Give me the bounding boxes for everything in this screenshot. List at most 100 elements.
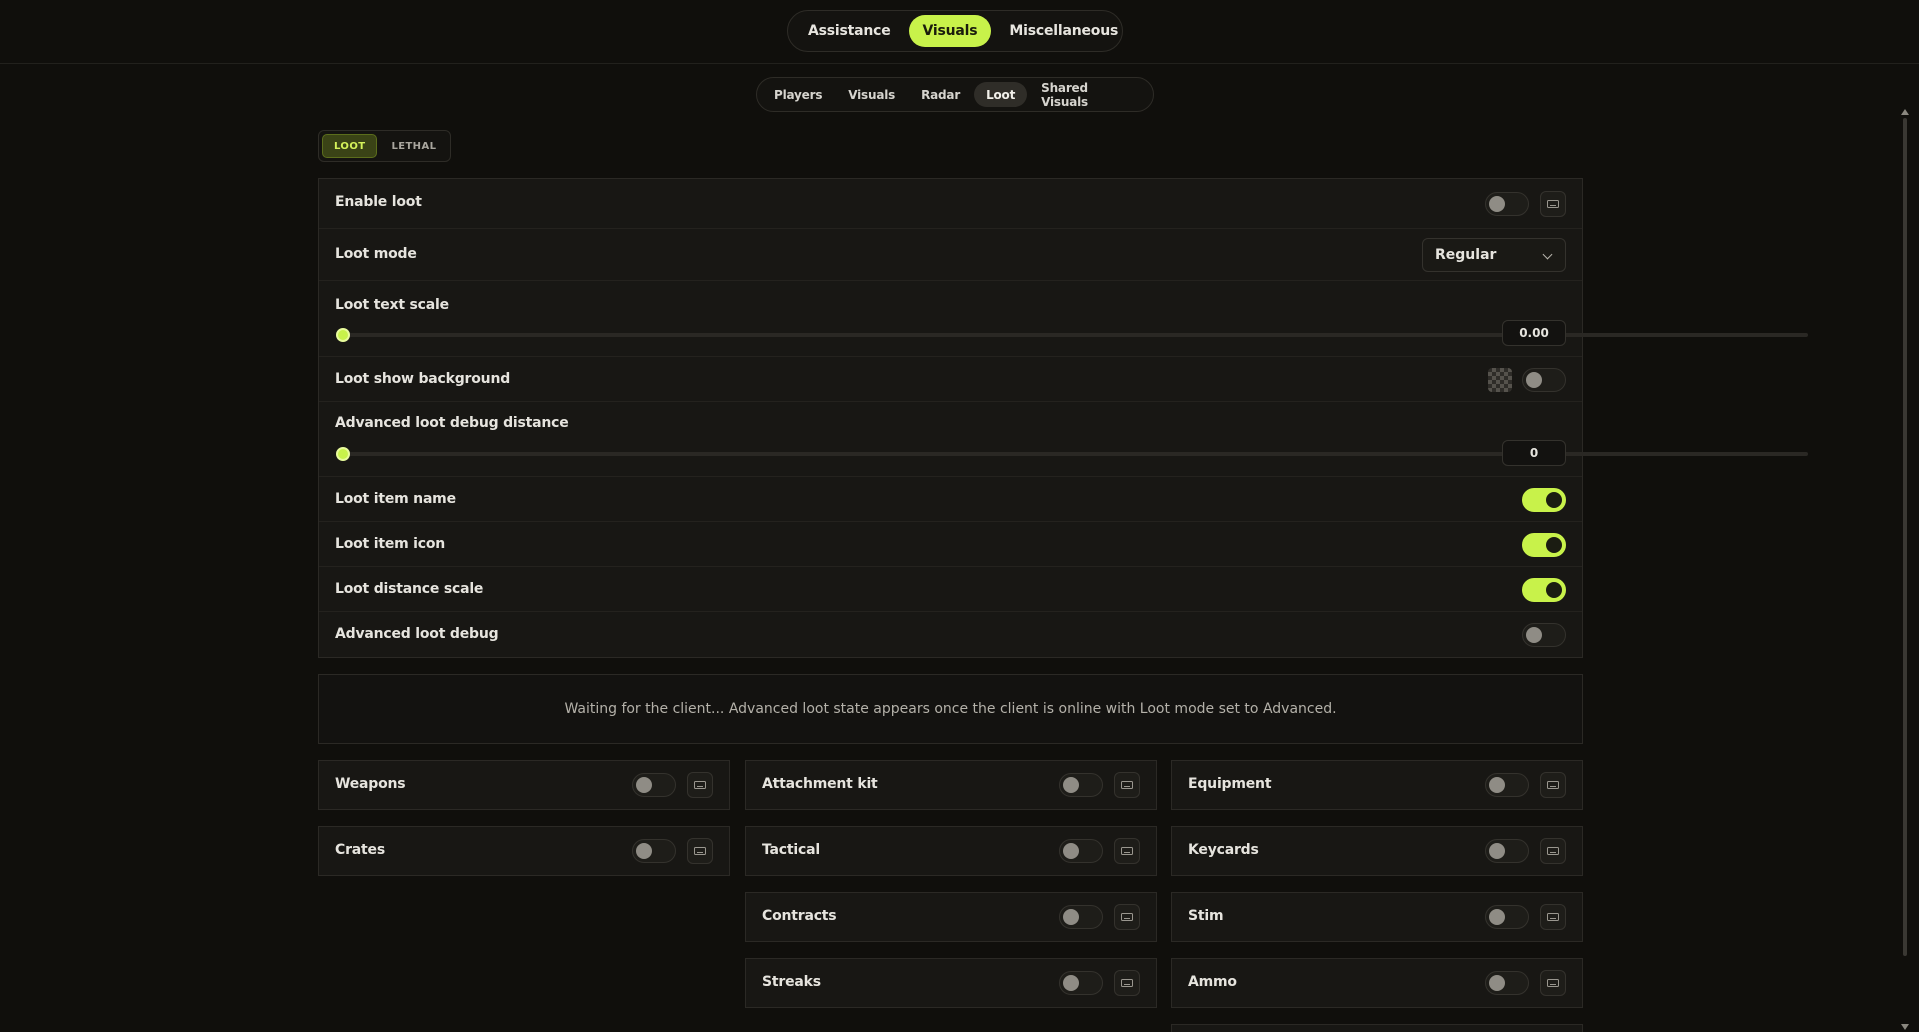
tactical-toggle[interactable] [1059, 839, 1103, 863]
loot-text-scale-track[interactable] [344, 333, 1808, 337]
toggle-knob [1489, 909, 1505, 925]
tab-visuals[interactable]: Visuals [908, 15, 992, 47]
toggle-knob [1546, 537, 1562, 553]
keyboard-icon [694, 781, 706, 789]
loot-item-name-toggle[interactable] [1522, 488, 1566, 512]
toggle-knob [636, 843, 652, 859]
stim-keybind-button[interactable] [1540, 904, 1566, 930]
keycards-keybind-button[interactable] [1540, 838, 1566, 864]
contracts-toggle[interactable] [1059, 905, 1103, 929]
ammo-toggle[interactable] [1485, 971, 1529, 995]
loot-text-scale-label: Loot text scale [335, 297, 449, 313]
scroll-up-arrow[interactable] [1901, 109, 1909, 115]
enable-loot-toggle[interactable] [1485, 192, 1529, 216]
loot-item-name-label: Loot item name [335, 491, 456, 507]
keyboard-icon [1547, 979, 1559, 987]
scrollbar-thumb[interactable] [1903, 118, 1907, 956]
stim-toggle[interactable] [1485, 905, 1529, 929]
category-label: Tactical [762, 842, 820, 858]
category-card-crates: Crates [318, 826, 730, 876]
loot-text-scale-thumb[interactable] [336, 328, 350, 342]
segment-lethal[interactable]: LETHAL [380, 134, 447, 158]
category-label: Equipment [1188, 776, 1272, 792]
keyboard-icon [1547, 781, 1559, 789]
scroll-down-arrow[interactable] [1901, 1024, 1909, 1030]
keyboard-icon [1547, 200, 1559, 208]
sub-tabs: Players Visuals Radar Loot Shared Visual… [756, 77, 1154, 112]
toggle-knob [1063, 909, 1079, 925]
category-card-stim: Stim [1171, 892, 1583, 942]
segment-loot[interactable]: LOOT [322, 134, 378, 158]
category-card-contracts: Contracts [745, 892, 1157, 942]
tactical-keybind-button[interactable] [1114, 838, 1140, 864]
category-card-streaks: Streaks [745, 958, 1157, 1008]
attachment-kit-keybind-button[interactable] [1114, 772, 1140, 798]
loot-distance-scale-label: Loot distance scale [335, 581, 484, 597]
streaks-keybind-button[interactable] [1114, 970, 1140, 996]
keyboard-icon [1121, 847, 1133, 855]
advanced-loot-debug-distance-value[interactable]: 0 [1502, 440, 1566, 466]
category-label: Streaks [762, 974, 821, 990]
enable-loot-label: Enable loot [335, 194, 422, 210]
row-loot-item-icon: Loot item icon [319, 522, 1582, 567]
category-card-attachment-kit: Attachment kit [745, 760, 1157, 810]
category-label: Attachment kit [762, 776, 878, 792]
toggle-knob [1546, 492, 1562, 508]
tab-assistance[interactable]: Assistance [794, 15, 905, 47]
loot-show-background-toggle[interactable] [1522, 368, 1566, 392]
category-card-keycards: Keycards [1171, 826, 1583, 876]
equipment-toggle[interactable] [1485, 773, 1529, 797]
loot-distance-scale-toggle[interactable] [1522, 578, 1566, 602]
toggle-knob [1526, 372, 1542, 388]
enable-loot-keybind-button[interactable] [1540, 191, 1566, 217]
advanced-loot-debug-distance-label: Advanced loot debug distance [335, 415, 569, 431]
contracts-keybind-button[interactable] [1114, 904, 1140, 930]
chevron-down-icon [1542, 249, 1553, 260]
row-loot-item-name: Loot item name [319, 477, 1582, 522]
row-loot-mode: Loot mode Regular [319, 229, 1582, 281]
advanced-loot-debug-distance-thumb[interactable] [336, 447, 350, 461]
category-label: Stim [1188, 908, 1224, 924]
category-label: Keycards [1188, 842, 1259, 858]
keycards-toggle[interactable] [1485, 839, 1529, 863]
keyboard-icon [1121, 913, 1133, 921]
ammo-keybind-button[interactable] [1540, 970, 1566, 996]
streaks-toggle[interactable] [1059, 971, 1103, 995]
row-loot-text-scale: Loot text scale 0.00 [319, 281, 1808, 357]
subtab-loot[interactable]: Loot [974, 82, 1028, 107]
toggle-knob [1063, 843, 1079, 859]
category-label: Ammo [1188, 974, 1237, 990]
subtab-shared-visuals[interactable]: Shared Visuals [1029, 81, 1148, 109]
category-card-equipment: Equipment [1171, 760, 1583, 810]
tab-miscellaneous[interactable]: Miscellaneous [995, 15, 1132, 47]
loot-mode-select[interactable]: Regular [1422, 238, 1566, 272]
attachment-kit-toggle[interactable] [1059, 773, 1103, 797]
category-card-partial [1171, 1024, 1583, 1032]
loot-lethal-switch: LOOT LETHAL [318, 130, 451, 162]
category-card-tactical: Tactical [745, 826, 1157, 876]
subtab-visuals[interactable]: Visuals [836, 82, 907, 107]
equipment-keybind-button[interactable] [1540, 772, 1566, 798]
client-status-message: Waiting for the client... Advanced loot … [318, 674, 1583, 744]
toggle-knob [1489, 975, 1505, 991]
crates-toggle[interactable] [632, 839, 676, 863]
keyboard-icon [1121, 781, 1133, 789]
subtab-players[interactable]: Players [762, 82, 834, 107]
loot-settings-panel: Enable loot Loot mode Regular Loot text … [318, 178, 1808, 658]
toggle-knob [1526, 627, 1542, 643]
checkerboard-icon[interactable] [1488, 368, 1512, 392]
weapons-keybind-button[interactable] [687, 772, 713, 798]
advanced-loot-debug-distance-track[interactable] [344, 452, 1808, 456]
advanced-loot-debug-label: Advanced loot debug [335, 626, 499, 642]
crates-keybind-button[interactable] [687, 838, 713, 864]
loot-text-scale-value[interactable]: 0.00 [1502, 320, 1566, 346]
loot-item-icon-toggle[interactable] [1522, 533, 1566, 557]
loot-mode-value: Regular [1435, 247, 1497, 263]
subtab-radar[interactable]: Radar [909, 82, 972, 107]
weapons-toggle[interactable] [632, 773, 676, 797]
row-enable-loot: Enable loot [319, 179, 1582, 229]
category-card-weapons: Weapons [318, 760, 730, 810]
advanced-loot-debug-toggle[interactable] [1522, 623, 1566, 647]
loot-item-icon-label: Loot item icon [335, 536, 446, 552]
category-label: Crates [335, 842, 385, 858]
